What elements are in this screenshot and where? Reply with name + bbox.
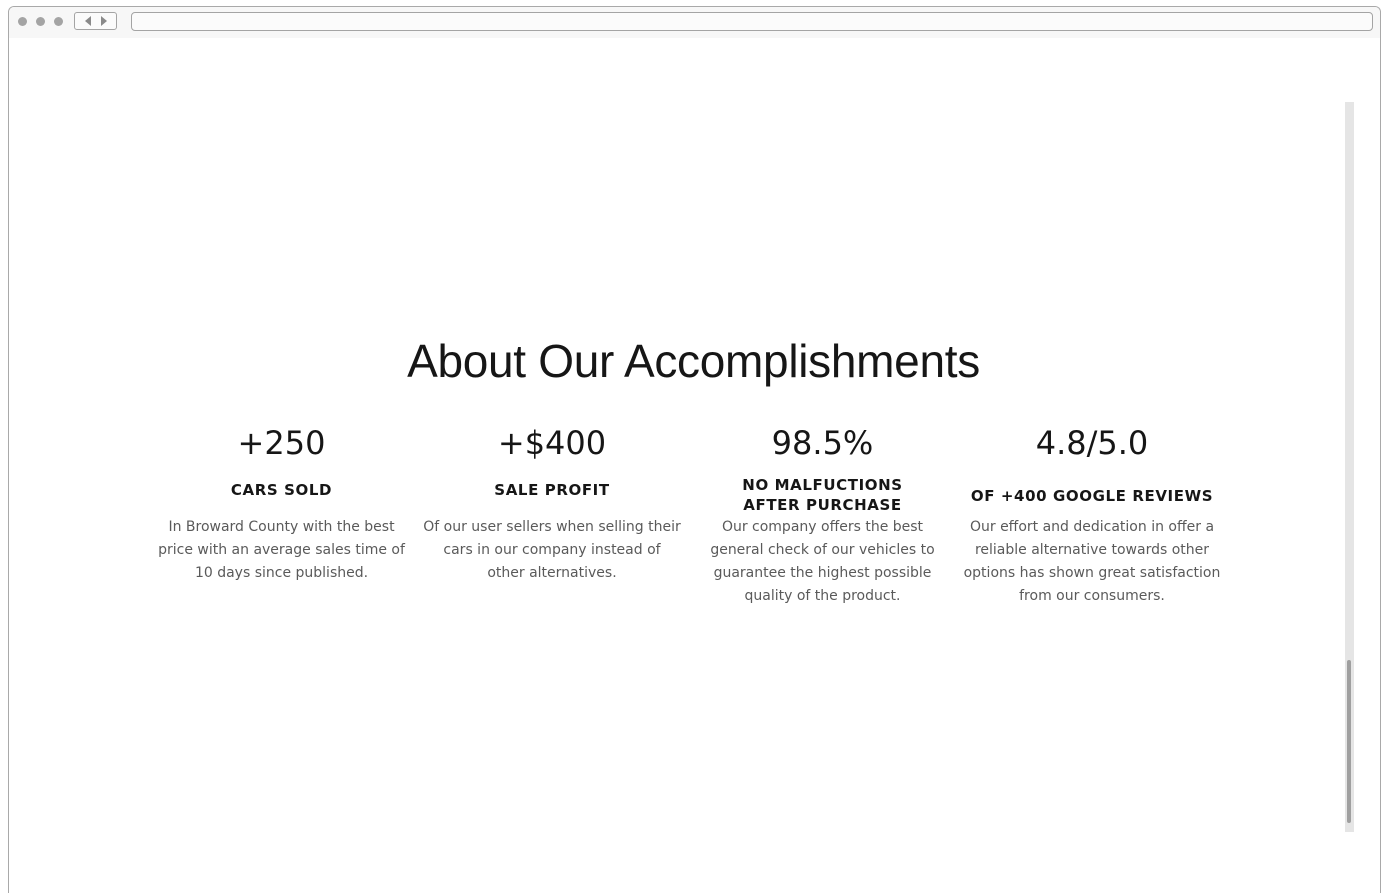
stat-description: Of our user sellers when selling their c… bbox=[423, 519, 681, 581]
back-arrow-icon[interactable] bbox=[85, 16, 91, 26]
forward-arrow-icon[interactable] bbox=[101, 16, 107, 26]
stat-google-reviews: 4.8/5.0 OF +400 GOOGLE REVIEWS Our effor… bbox=[947, 424, 1237, 614]
navigation-buttons bbox=[74, 12, 117, 30]
stat-label: OF +400 GOOGLE REVIEWS bbox=[970, 487, 1214, 505]
stat-sale-profit: +$400 SALE PROFIT Of our user sellers wh… bbox=[423, 424, 681, 614]
stat-value: 98.5% bbox=[771, 424, 874, 462]
stat-no-malfunctions: 98.5% NO MALFUCTIONS AFTER PURCHASE Our … bbox=[710, 424, 935, 614]
stat-description: Our company offers the best general chec… bbox=[710, 519, 935, 604]
page-title: About Our Accomplishments bbox=[407, 335, 980, 387]
stat-value: 4.8/5.0 bbox=[1035, 424, 1149, 462]
address-bar[interactable] bbox=[131, 12, 1373, 31]
stat-description: In Broward County with the best price wi… bbox=[158, 519, 405, 581]
window-maximize-dot[interactable] bbox=[54, 17, 63, 26]
stat-cars-sold: +250 CARS SOLD In Broward County with th… bbox=[156, 424, 407, 614]
window-minimize-dot[interactable] bbox=[36, 17, 45, 26]
window-close-dot[interactable] bbox=[18, 17, 27, 26]
stat-label: CARS SOLD bbox=[230, 481, 333, 499]
stat-value: +$400 bbox=[497, 424, 607, 462]
stat-label: NO MALFUCTIONS AFTER PURCHASE bbox=[742, 476, 903, 514]
stat-label: SALE PROFIT bbox=[494, 481, 610, 499]
scrollbar-thumb[interactable] bbox=[1347, 660, 1351, 823]
browser-toolbar bbox=[9, 7, 1380, 38]
stat-value: +250 bbox=[237, 424, 326, 462]
scrollbar-track[interactable] bbox=[1345, 102, 1354, 832]
stat-description: Our effort and dedication in offer a rel… bbox=[963, 519, 1221, 604]
